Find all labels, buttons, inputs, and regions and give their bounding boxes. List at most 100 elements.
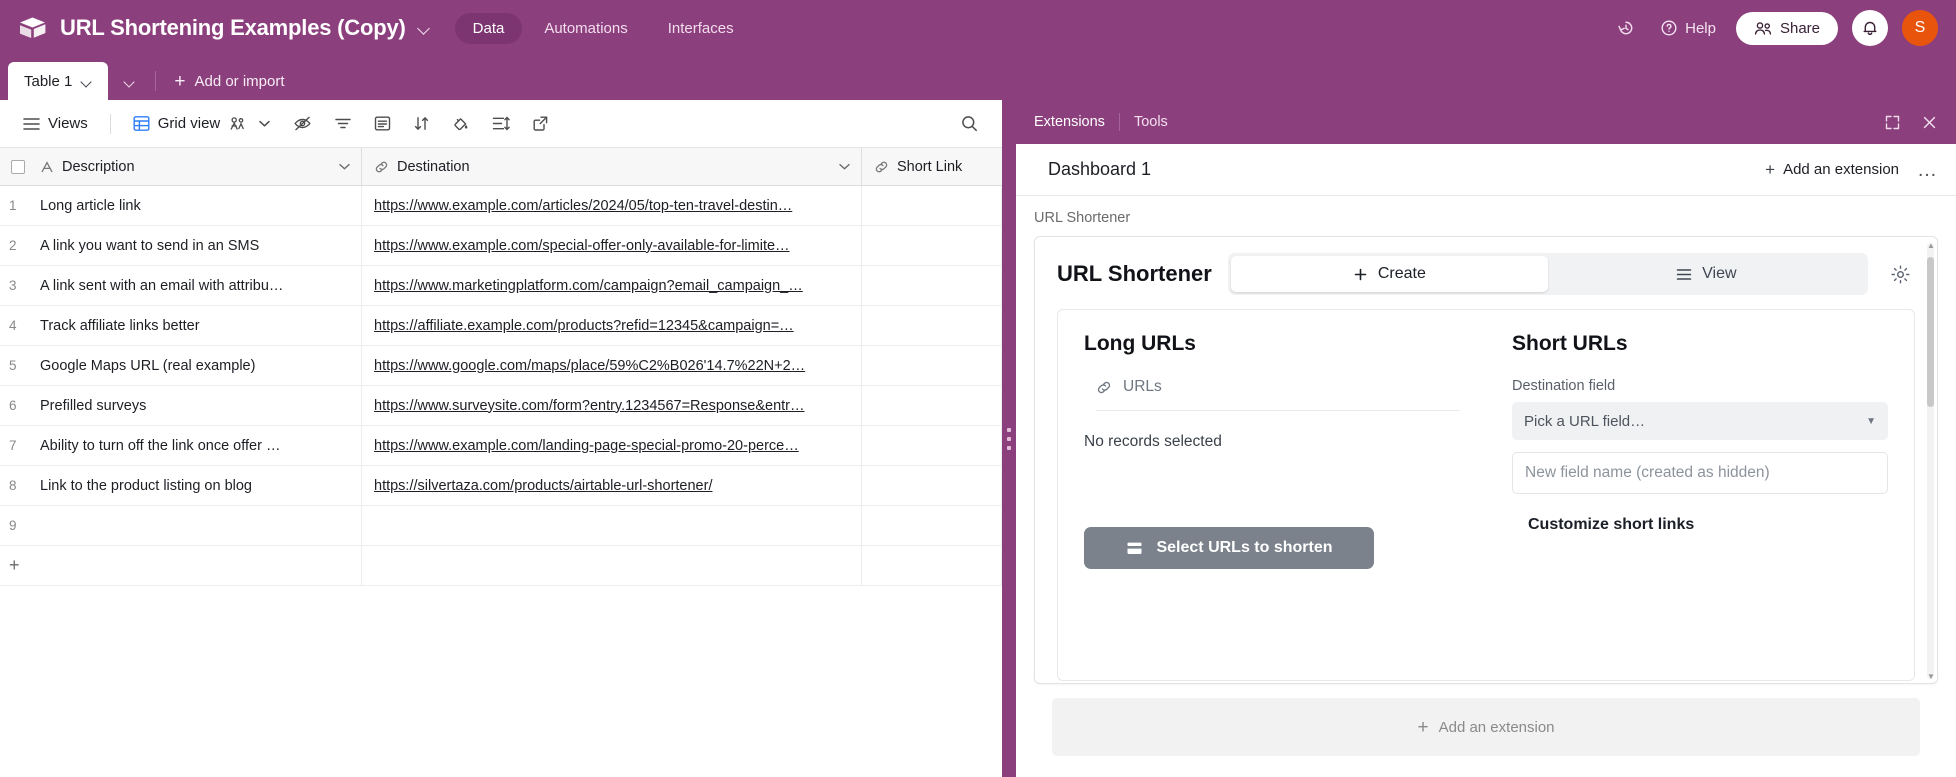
select-urls-button[interactable]: Select URLs to shorten: [1084, 527, 1374, 569]
views-button[interactable]: Views: [14, 109, 97, 138]
cell-short-link[interactable]: [862, 306, 1002, 345]
nav-tab-interfaces[interactable]: Interfaces: [650, 13, 752, 44]
table-list-dropdown[interactable]: [108, 62, 151, 100]
grid-view-button[interactable]: Grid view: [124, 109, 281, 138]
scrollbar-thumb[interactable]: [1927, 257, 1934, 407]
notifications-button[interactable]: [1852, 10, 1888, 46]
gear-icon[interactable]: [1890, 264, 1911, 285]
cell-destination[interactable]: [362, 506, 862, 545]
table-row[interactable]: 5Google Maps URL (real example)https://w…: [0, 346, 1002, 386]
pane-resize-handle[interactable]: [1002, 100, 1016, 777]
cell-destination[interactable]: https://www.example.com/articles/2024/05…: [362, 186, 862, 225]
search-button[interactable]: [951, 108, 988, 139]
tab-view[interactable]: View: [1548, 256, 1865, 292]
table-row[interactable]: 6Prefilled surveyshttps://www.surveysite…: [0, 386, 1002, 426]
caret-up-icon[interactable]: ▲: [1927, 242, 1934, 249]
group-records-button[interactable]: [365, 109, 400, 138]
cell-description[interactable]: A link you want to send in an SMS: [36, 226, 362, 265]
chevron-down-icon[interactable]: [418, 24, 431, 32]
empty-cell[interactable]: [36, 546, 362, 585]
share-button[interactable]: Share: [1736, 12, 1838, 45]
cell-description[interactable]: Ability to turn off the link once offer …: [36, 426, 362, 465]
row-number: 6: [0, 386, 36, 425]
select-all-cell[interactable]: [0, 148, 36, 185]
cell-description[interactable]: Prefilled surveys: [36, 386, 362, 425]
chevron-down-icon[interactable]: [81, 78, 92, 85]
cell-short-link[interactable]: [862, 346, 1002, 385]
cell-destination[interactable]: https://silvertaza.com/products/airtable…: [362, 466, 862, 505]
add-extension-button[interactable]: + Add an extension: [1765, 161, 1899, 178]
avatar[interactable]: S: [1902, 10, 1938, 46]
column-header-description[interactable]: Description: [36, 148, 362, 185]
tab-create[interactable]: Create: [1231, 256, 1548, 292]
nav-tab-automations[interactable]: Automations: [526, 13, 645, 44]
workspace-body: Views Grid view: [0, 100, 1956, 777]
cell-destination[interactable]: https://www.example.com/landing-page-spe…: [362, 426, 862, 465]
add-or-import-button[interactable]: + Add or import: [162, 62, 296, 100]
help-button[interactable]: Help: [1654, 15, 1722, 41]
checkbox-icon[interactable]: [11, 160, 25, 174]
add-record-row[interactable]: +: [0, 546, 1002, 586]
cell-destination[interactable]: https://affiliate.example.com/products?r…: [362, 306, 862, 345]
column-header-short-link[interactable]: Short Link: [862, 148, 1002, 185]
table-tab-table-1[interactable]: Table 1: [8, 62, 108, 100]
expand-icon[interactable]: [1884, 114, 1901, 131]
cell-description[interactable]: A link sent with an email with attribu…: [36, 266, 362, 305]
customize-short-links-toggle[interactable]: Customize short links: [1512, 516, 1888, 534]
cell-short-link[interactable]: [862, 266, 1002, 305]
cell-short-link[interactable]: [862, 466, 1002, 505]
cell-description[interactable]: Link to the product listing on blog: [36, 466, 362, 505]
table-row[interactable]: 7Ability to turn off the link once offer…: [0, 426, 1002, 466]
ellipsis-icon[interactable]: …: [1917, 160, 1938, 180]
add-extension-placeholder[interactable]: + Add an extension: [1052, 698, 1920, 756]
cell-destination[interactable]: https://www.google.com/maps/place/59%C2%…: [362, 346, 862, 385]
empty-cell[interactable]: [862, 546, 1002, 585]
plus-icon[interactable]: +: [0, 546, 36, 585]
table-row[interactable]: 4Track affiliate links betterhttps://aff…: [0, 306, 1002, 346]
table-row[interactable]: 1Long article linkhttps://www.example.co…: [0, 186, 1002, 226]
cell-description[interactable]: Track affiliate links better: [36, 306, 362, 345]
caret-down-icon: ▼: [1866, 416, 1876, 427]
cell-short-link[interactable]: [862, 426, 1002, 465]
divider: [155, 71, 156, 91]
cell-description[interactable]: Long article link: [36, 186, 362, 225]
share-view-button[interactable]: [523, 109, 558, 138]
chevron-down-icon[interactable]: [838, 162, 851, 171]
table-row[interactable]: 8Link to the product listing on bloghttp…: [0, 466, 1002, 506]
cell-description[interactable]: Google Maps URL (real example): [36, 346, 362, 385]
cell-short-link[interactable]: [862, 226, 1002, 265]
nav-tab-data[interactable]: Data: [455, 13, 523, 44]
cell-short-link[interactable]: [862, 506, 1002, 545]
caret-down-icon[interactable]: ▼: [1927, 673, 1934, 680]
extension-title-row[interactable]: URL Shortener: [1034, 210, 1938, 226]
urls-field-row[interactable]: URLs: [1096, 378, 1460, 411]
cell-short-link[interactable]: [862, 186, 1002, 225]
filter-button[interactable]: [325, 110, 361, 137]
extension-scrollbar[interactable]: ▲ ▼: [1927, 243, 1934, 679]
hide-fields-button[interactable]: [284, 109, 321, 138]
table-row[interactable]: 2A link you want to send in an SMShttps:…: [0, 226, 1002, 266]
table-row[interactable]: 9: [0, 506, 1002, 546]
column-header-destination[interactable]: Destination: [362, 148, 862, 185]
cell-destination[interactable]: https://www.example.com/special-offer-on…: [362, 226, 862, 265]
cell-destination[interactable]: https://www.surveysite.com/form?entry.12…: [362, 386, 862, 425]
empty-cell[interactable]: [362, 546, 862, 585]
grid-header-row: Description Destination: [0, 148, 1002, 186]
table-row[interactable]: 3A link sent with an email with attribu……: [0, 266, 1002, 306]
history-clock-icon[interactable]: [1612, 14, 1640, 42]
chevron-down-icon[interactable]: [258, 119, 271, 128]
tools-menu[interactable]: Tools: [1134, 114, 1168, 130]
cell-destination[interactable]: https://www.marketingplatform.com/campai…: [362, 266, 862, 305]
text-field-icon: [40, 160, 54, 174]
cell-short-link[interactable]: [862, 386, 1002, 425]
row-number: 3: [0, 266, 36, 305]
color-button[interactable]: [443, 109, 479, 139]
sort-arrows-icon: [413, 115, 430, 132]
destination-field-select[interactable]: Pick a URL field… ▼: [1512, 402, 1888, 440]
row-height-button[interactable]: [483, 109, 519, 138]
close-icon[interactable]: [1921, 114, 1938, 131]
new-field-name-input[interactable]: New field name (created as hidden): [1512, 452, 1888, 494]
cell-description[interactable]: [36, 506, 362, 545]
sort-button[interactable]: [404, 109, 439, 138]
chevron-down-icon[interactable]: [338, 162, 351, 171]
